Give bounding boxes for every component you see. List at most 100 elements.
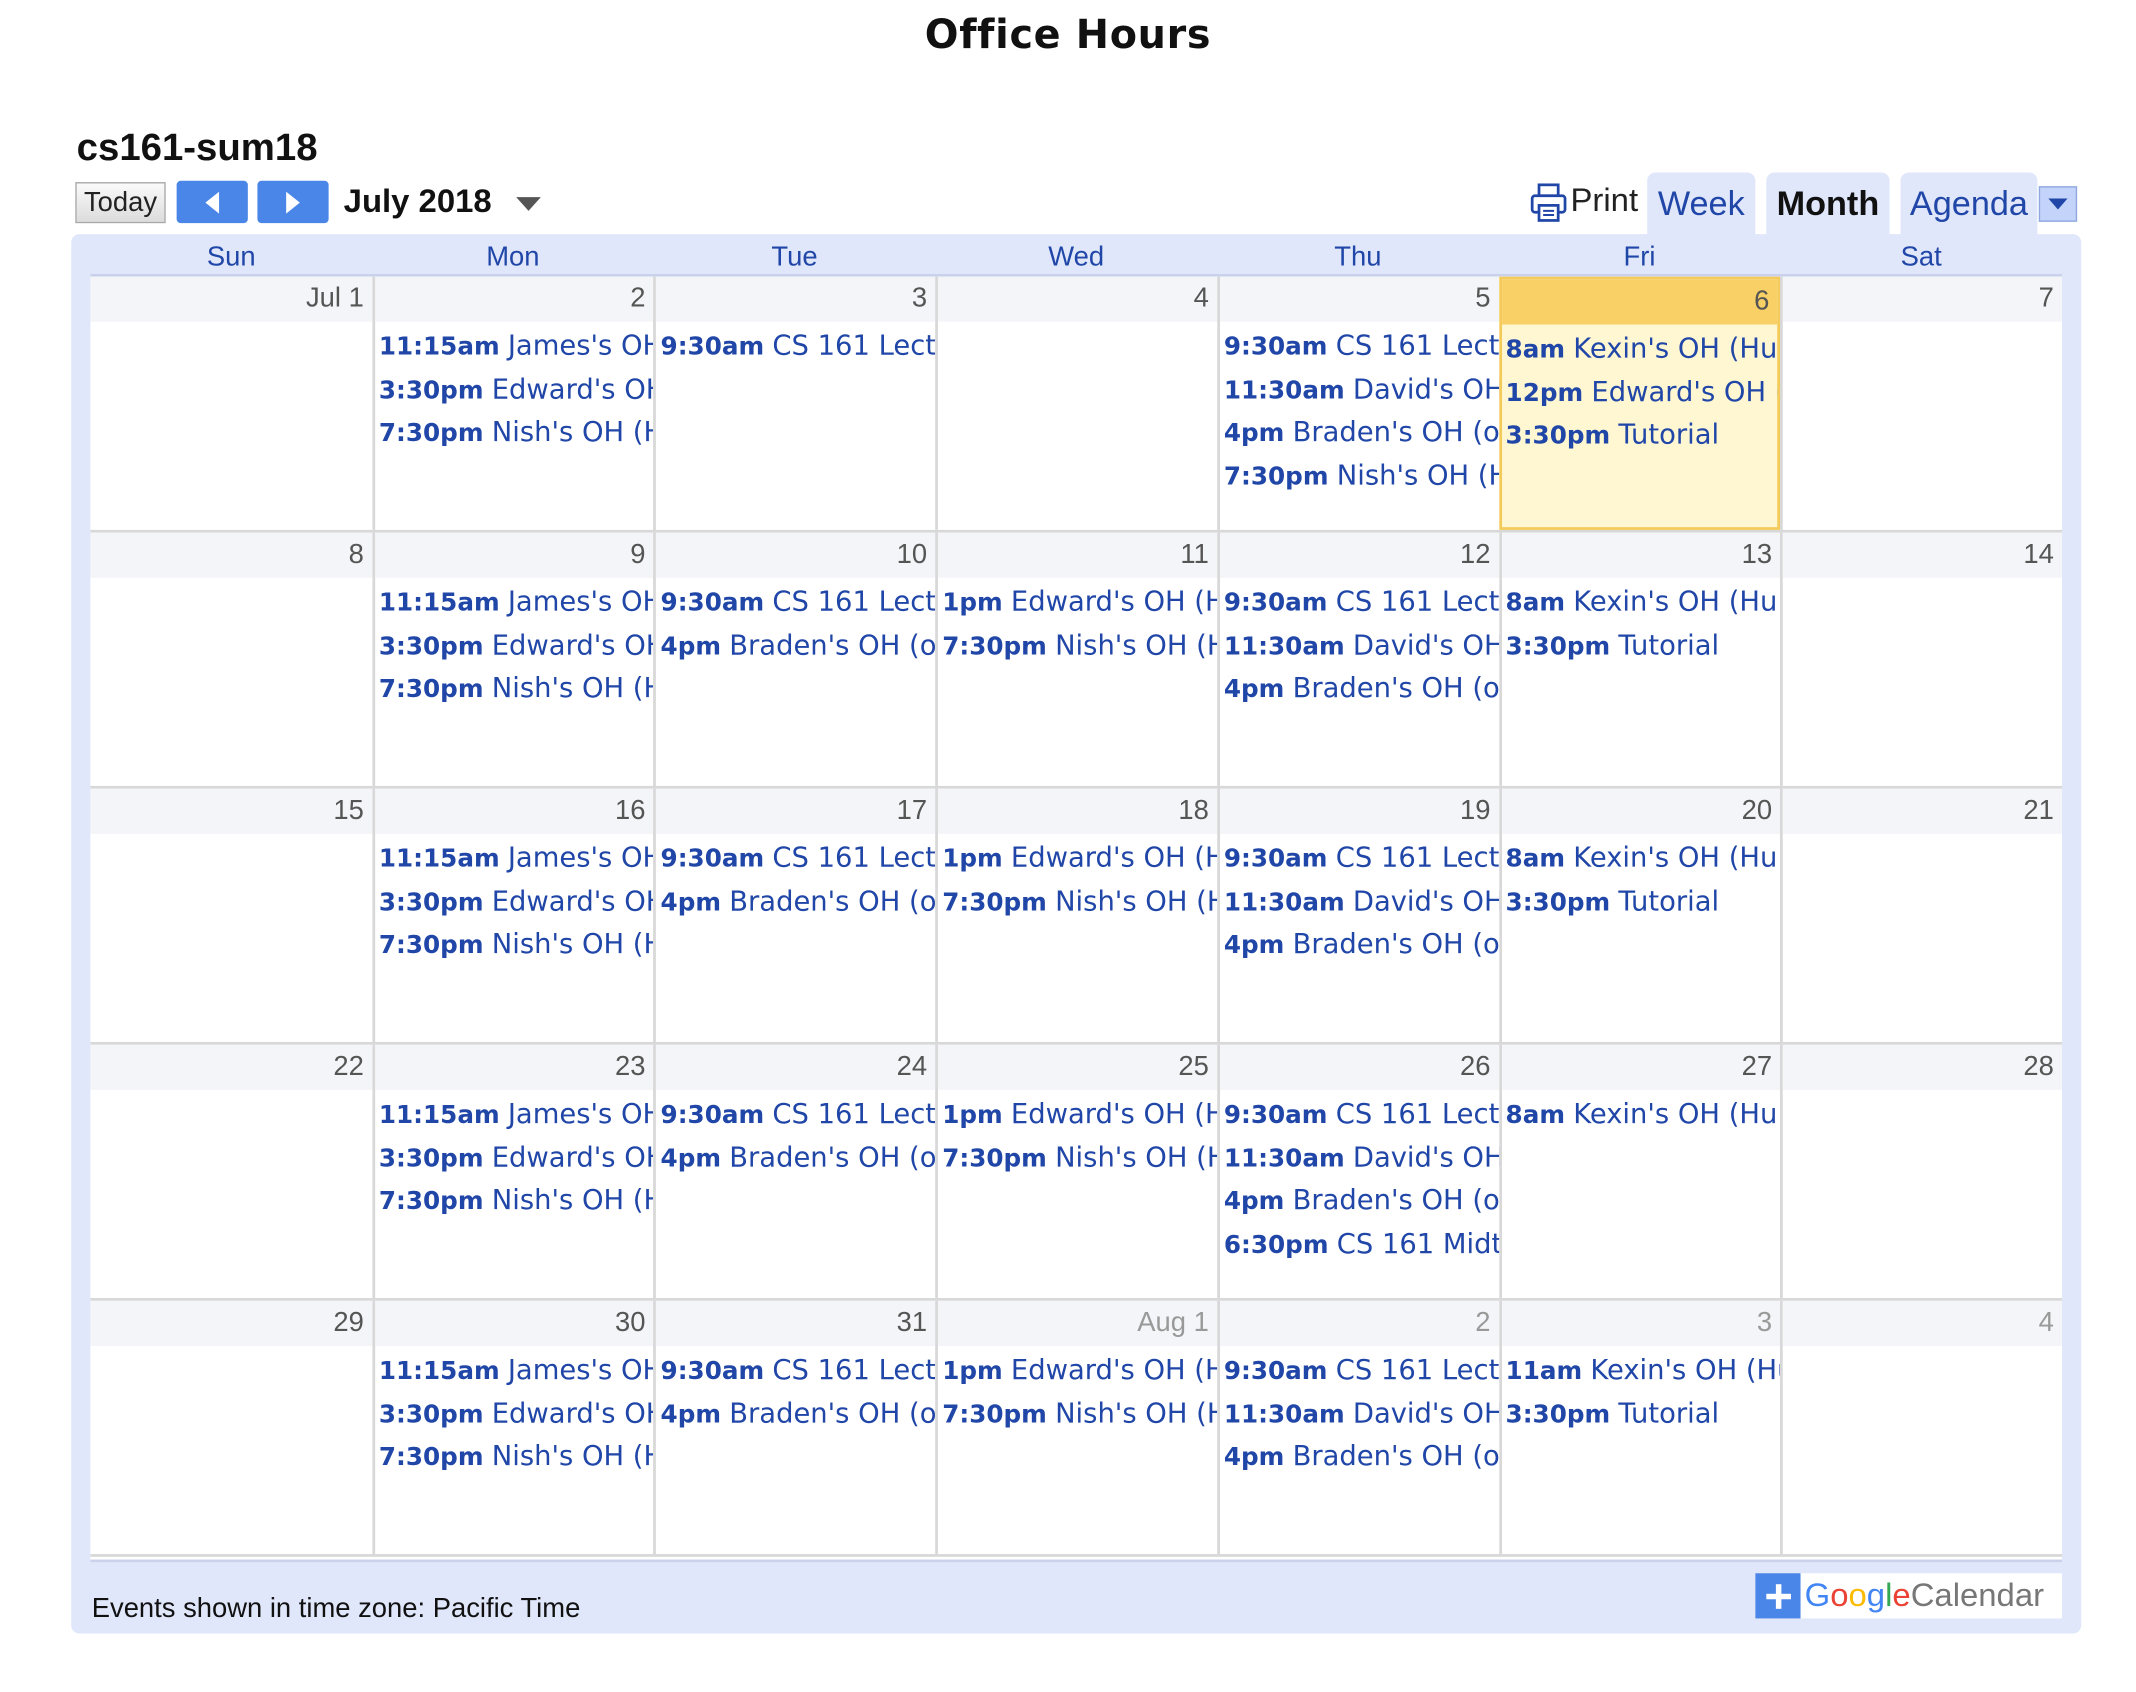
calendar-event[interactable]: 9:30am CS 161 Lectu	[661, 1093, 936, 1136]
calendar-event[interactable]: 3:30pm Tutorial	[1506, 624, 1781, 667]
day-cell[interactable]: 3 11am Kexin's OH (Hu 3:30pm Tutorial	[1498, 1300, 1781, 1555]
calendar-event[interactable]: 6:30pmCS 161 Midte	[1224, 1222, 1499, 1265]
calendar-event[interactable]: 11:15am James's OH	[379, 581, 654, 624]
day-cell[interactable]: 13 8am Kexin's OH (Hu 3:30pm Tutorial	[1498, 532, 1781, 786]
calendar-event[interactable]: 8am Kexin's OH (Hu	[1506, 327, 1778, 370]
calendar-event[interactable]: 7:30pm Nish's OH (H	[379, 667, 654, 710]
day-cell[interactable]: Aug 1 1pm Edward's OH (H 7:30pm Nish's OH (H	[935, 1300, 1218, 1555]
calendar-event[interactable]: 9:30am CS 161 Lectu	[661, 581, 936, 624]
calendar-event[interactable]: 11:30am David's OH	[1224, 1392, 1499, 1435]
calendar-event[interactable]: 1pm Edward's OH (H	[942, 837, 1217, 880]
print-link[interactable]: Print	[1571, 182, 1639, 220]
day-cell[interactable]: 29	[90, 1300, 373, 1554]
calendar-event[interactable]: 3:30pm Edward's OH	[379, 1392, 654, 1435]
calendar-event[interactable]: 4pm Braden's OH (o	[661, 1136, 936, 1179]
day-cell[interactable]: 8	[90, 532, 373, 786]
day-cell[interactable]: 12 9:30am CS 161 Lectu 11:30am David's OH 4pm…	[1217, 532, 1499, 786]
calendar-event[interactable]: 7:30pm Nish's OH (H	[1224, 454, 1499, 497]
calendar-event[interactable]: 3:30pm Edward's OH	[379, 624, 654, 667]
calendar-event[interactable]: 4pm Braden's OH (o	[1224, 667, 1499, 710]
calendar-event[interactable]: 11:15am James's OH	[379, 1093, 654, 1136]
calendar-event[interactable]: 9:30am CS 161 Lectu	[1224, 581, 1499, 624]
calendar-event[interactable]: 4pm Braden's OH (o	[661, 624, 936, 667]
day-cell[interactable]: 26 9:30am CS 161 Lectu 11:30am David's OH 4pm…	[1217, 1044, 1499, 1299]
day-cell[interactable]: 10 9:30am CS 161 Lectu 4pm Braden's OH (o	[653, 532, 936, 786]
day-cell[interactable]: 27 8am Kexin's OH (Hu	[1498, 1044, 1781, 1299]
calendar-event[interactable]: 11:30am David's OH	[1224, 1136, 1499, 1179]
calendar-event[interactable]: 7:30pm Nish's OH (H	[379, 1435, 654, 1478]
calendar-event[interactable]: 4pm Braden's OH (o	[661, 880, 936, 923]
day-cell[interactable]: 25 1pm Edward's OH (H 7:30pm Nish's OH (H	[935, 1044, 1218, 1299]
calendar-event[interactable]: 11:15am James's OH	[379, 325, 654, 368]
calendar-event[interactable]: 9:30am CS 161 Lectu	[661, 1349, 936, 1392]
calendar-event[interactable]: 9:30am CS 161 Lectu	[1224, 837, 1499, 880]
day-cell[interactable]: 19 9:30am CS 161 Lectu 11:30am David's OH 4pm…	[1217, 788, 1499, 1042]
day-cell[interactable]: 20 8am Kexin's OH (Hu 3:30pm Tutorial	[1498, 788, 1781, 1042]
day-cell[interactable]: 28	[1780, 1044, 2063, 1299]
day-cell[interactable]: 9 11:15am James's OH 3:30pm Edward's OH 7:30p…	[372, 532, 654, 786]
day-cell[interactable]: 23 11:15am James's OH 3:30pm Edward's OH 7:30…	[372, 1044, 654, 1299]
calendar-event[interactable]: 11:30am David's OH	[1224, 880, 1499, 923]
day-cell[interactable]: 7	[1780, 276, 2063, 530]
calendar-event[interactable]: 9:30am CS 161 Lectu	[661, 325, 936, 368]
tab-agenda[interactable]: Agenda	[1900, 172, 2038, 236]
day-cell[interactable]: 3 9:30am CS 161 Lectu	[653, 276, 936, 530]
day-cell[interactable]: 17 9:30am CS 161 Lectu 4pm Braden's OH (o	[653, 788, 936, 1042]
day-cell[interactable]: 2 9:30am CS 161 Lectu 11:30am David's OH 4pm B…	[1217, 1300, 1499, 1555]
calendar-event[interactable]: 1pm Edward's OH (H	[942, 1349, 1217, 1392]
next-month-button[interactable]	[257, 180, 329, 224]
add-to-google-calendar-button[interactable]: Google Calendar	[1755, 1573, 2063, 1619]
calendar-event[interactable]: 3:30pm Tutorial	[1506, 414, 1778, 457]
calendar-event[interactable]: 9:30am CS 161 Lectu	[1224, 1093, 1499, 1136]
day-cell[interactable]: 21	[1780, 788, 2063, 1042]
previous-month-button[interactable]	[176, 180, 248, 224]
calendar-event[interactable]: 11:30am David's OH	[1224, 624, 1499, 667]
day-cell[interactable]: 5 9:30am CS 161 Lectu 11:30am David's OH 4pm B…	[1217, 276, 1499, 530]
calendar-event[interactable]: 7:30pm Nish's OH (H	[942, 1136, 1217, 1179]
calendar-event[interactable]: 4pm Braden's OH (o	[661, 1392, 936, 1435]
today-button[interactable]: Today	[75, 182, 166, 224]
calendar-event[interactable]: 9:30am CS 161 Lectu	[1224, 1349, 1499, 1392]
calendar-event[interactable]: 4pm Braden's OH (o	[1224, 1435, 1499, 1478]
day-cell[interactable]: 4	[1780, 1300, 2063, 1555]
day-cell[interactable]: 16 11:15am James's OH 3:30pm Edward's OH 7:30…	[372, 788, 654, 1042]
calendar-event[interactable]: 3:30pm Tutorial	[1506, 1392, 1781, 1435]
calendar-event[interactable]: 11:15am James's OH	[379, 1349, 654, 1392]
calendar-event[interactable]: 11am Kexin's OH (Hu	[1506, 1349, 1781, 1392]
calendar-event[interactable]: 1pm Edward's OH (H	[942, 581, 1217, 624]
day-cell-today[interactable]: 6 8am Kexin's OH (Hu 12pm Edward's OH (3:30p…	[1498, 276, 1781, 530]
calendar-event[interactable]: 4pm Braden's OH (o	[1224, 1179, 1499, 1222]
month-picker-chevron-down-icon[interactable]	[516, 197, 541, 211]
day-cell[interactable]: 31 9:30am CS 161 Lectu 4pm Braden's OH (o	[653, 1300, 936, 1555]
day-cell[interactable]: 24 9:30am CS 161 Lectu 4pm Braden's OH (o	[653, 1044, 936, 1299]
calendar-event[interactable]: 3:30pm Edward's OH	[379, 880, 654, 923]
day-cell[interactable]: 30 11:15am James's OH 3:30pm Edward's OH 7:30…	[372, 1300, 654, 1555]
printer-icon[interactable]	[1529, 182, 1567, 223]
calendar-event[interactable]: 7:30pm Nish's OH (H	[942, 624, 1217, 667]
calendar-event[interactable]: 8am Kexin's OH (Hu	[1506, 837, 1781, 880]
calendar-event[interactable]: 7:30pm Nish's OH (H	[379, 923, 654, 966]
calendar-event[interactable]: 9:30am CS 161 Lectu	[661, 837, 936, 880]
calendar-event[interactable]: 9:30am CS 161 Lectu	[1224, 325, 1499, 368]
day-cell[interactable]: Jul 1	[90, 276, 373, 530]
calendar-event[interactable]: 4pm Braden's OH (o	[1224, 923, 1499, 966]
calendar-event[interactable]: 7:30pm Nish's OH (H	[942, 1392, 1217, 1435]
calendar-event[interactable]: 8am Kexin's OH (Hu	[1506, 1093, 1781, 1136]
calendar-event[interactable]: 8am Kexin's OH (Hu	[1506, 581, 1781, 624]
calendar-event[interactable]: 3:30pm Edward's OH	[379, 368, 654, 411]
calendar-event[interactable]: 7:30pm Nish's OH (H	[942, 880, 1217, 923]
calendar-event[interactable]: 7:30pm Nish's OH (H	[379, 1179, 654, 1222]
calendar-event[interactable]: 1pm Edward's OH (H	[942, 1093, 1217, 1136]
calendar-event[interactable]: 12pm Edward's OH (	[1506, 370, 1778, 413]
day-cell[interactable]: 4	[935, 276, 1218, 530]
day-cell[interactable]: 11 1pm Edward's OH (H 7:30pm Nish's OH (H	[935, 532, 1218, 786]
day-cell[interactable]: 14	[1780, 532, 2063, 786]
day-cell[interactable]: 2 11:15am James's OH 3:30pm Edward's OH 7:30p…	[372, 276, 654, 530]
tab-week[interactable]: Week	[1647, 172, 1756, 236]
calendar-event[interactable]: 11:15am James's OH	[379, 837, 654, 880]
calendar-event[interactable]: 3:30pm Edward's OH	[379, 1136, 654, 1179]
calendar-event[interactable]: 11:30am David's OH	[1224, 368, 1499, 411]
calendar-event[interactable]: 7:30pm Nish's OH (H	[379, 411, 654, 454]
day-cell[interactable]: 15	[90, 788, 373, 1042]
calendar-event[interactable]: 4pm Braden's OH (o	[1224, 411, 1499, 454]
